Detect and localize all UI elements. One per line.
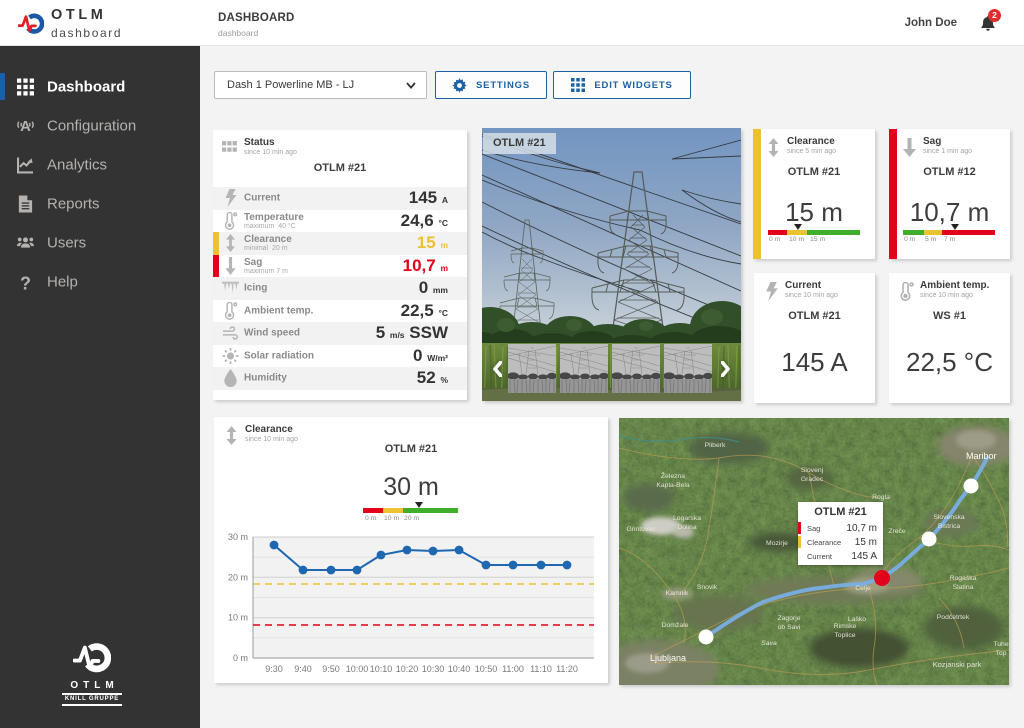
svg-text:Logarska: Logarska [673, 515, 701, 522]
svg-text:Bistrica: Bistrica [938, 523, 961, 530]
svg-text:Toplice: Toplice [834, 632, 855, 639]
svg-text:Tuhe: Tuhe [993, 641, 1008, 648]
svg-text:Mozirje: Mozirje [766, 540, 788, 547]
svg-text:Kozjanski park: Kozjanski park [933, 660, 982, 669]
svg-text:11:10: 11:10 [530, 664, 552, 674]
svg-text:Slovenj: Slovenj [801, 467, 824, 474]
svg-text:Domžale: Domžale [662, 622, 689, 629]
svg-text:Kapla-Bela: Kapla-Bela [656, 482, 689, 489]
svg-text:10:00: 10:00 [346, 664, 369, 674]
svg-text:11:00: 11:00 [502, 664, 524, 674]
svg-text:Kamnik: Kamnik [666, 590, 689, 597]
svg-text:A: A [20, 119, 31, 134]
svg-text:Podčetrtek: Podčetrtek [937, 614, 970, 621]
svg-text:Slatina: Slatina [953, 584, 974, 591]
svg-text:Zreče: Zreče [888, 528, 906, 535]
svg-text:Sava: Sava [761, 640, 777, 647]
svg-text:Rogla: Rogla [872, 494, 890, 501]
svg-text:Snovik: Snovik [697, 584, 718, 591]
svg-text:Pliberk: Pliberk [705, 442, 726, 449]
svg-text:10 m: 10 m [228, 613, 248, 623]
svg-text:Slovenska: Slovenska [933, 514, 965, 521]
svg-text:Železna: Železna [661, 471, 685, 480]
svg-text:Celje: Celje [855, 585, 871, 592]
svg-text:Zagorje: Zagorje [777, 615, 800, 622]
svg-text:Dolina: Dolina [677, 524, 696, 531]
svg-text:0 m: 0 m [233, 653, 248, 663]
svg-text:Rimske: Rimske [834, 623, 857, 630]
svg-text:20 m: 20 m [228, 572, 248, 582]
svg-text:10:50: 10:50 [475, 664, 498, 674]
svg-text:9:40: 9:40 [294, 664, 312, 674]
svg-text:Laško: Laško [848, 616, 866, 623]
svg-text:Top: Top [996, 650, 1007, 657]
svg-text:9:50: 9:50 [322, 664, 340, 674]
svg-text:10:40: 10:40 [448, 664, 471, 674]
svg-text:Maribor: Maribor [966, 451, 997, 461]
svg-text:Ljubljana: Ljubljana [650, 653, 686, 663]
svg-text:30 m: 30 m [228, 532, 248, 542]
svg-text:Grintovec: Grintovec [626, 526, 656, 533]
svg-text:Gradec: Gradec [801, 476, 824, 483]
svg-text:10:10: 10:10 [370, 664, 393, 674]
svg-text:10:20: 10:20 [396, 664, 419, 674]
svg-text:10:30: 10:30 [422, 664, 445, 674]
svg-text:9:30: 9:30 [265, 664, 283, 674]
svg-text:Rogaška: Rogaška [950, 575, 977, 582]
svg-text:ob Savi: ob Savi [778, 624, 801, 631]
svg-text:11:20: 11:20 [556, 664, 578, 674]
